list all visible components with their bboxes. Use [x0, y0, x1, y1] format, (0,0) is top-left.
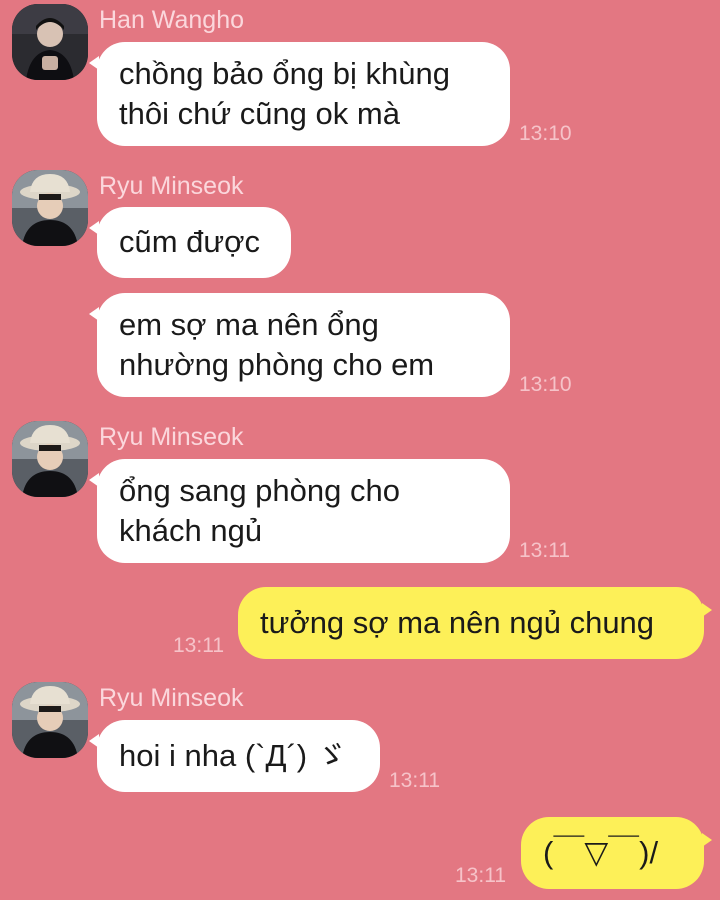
sender-name: Ryu Minseok	[99, 423, 244, 451]
message-timestamp: 13:11	[389, 769, 440, 792]
avatar-ryu-minseok[interactable]	[12, 421, 88, 497]
message-timestamp: 13:10	[519, 373, 572, 396]
message-text-line: (￣▽￣)/	[543, 835, 659, 870]
message-bubble[interactable]: em sợ ma nên ổng nhường phòng cho em	[89, 293, 510, 397]
message-text-line: em sợ ma nên ổng	[119, 307, 379, 342]
avatar-ryu-minseok[interactable]	[12, 170, 88, 246]
message-bubble[interactable]: chồng bảo ổng bị khùng thôi chứ cũng ok …	[89, 42, 510, 146]
message-bubble[interactable]: (￣▽￣)/	[521, 817, 712, 889]
message-bubble[interactable]: hoi i nha (`Д´) ゞ	[89, 720, 380, 792]
avatar-ryu-minseok[interactable]	[12, 682, 88, 758]
message-text-line: cũm được	[119, 224, 260, 259]
message-text-line: chồng bảo ổng bị khùng	[119, 56, 450, 91]
message-bubble[interactable]: tưởng sợ ma nên ngủ chung	[238, 587, 712, 659]
message-text-line: thôi chứ cũng ok mà	[119, 96, 400, 131]
message-timestamp: 13:11	[455, 864, 506, 887]
message-timestamp: 13:11	[519, 539, 570, 562]
message-text-line: nhường phòng cho em	[119, 347, 435, 382]
message-text-line: ổng sang phòng cho	[119, 473, 400, 508]
avatar-photo-icon	[12, 421, 88, 497]
sender-name: Ryu Minseok	[99, 172, 244, 200]
message-timestamp: 13:11	[173, 634, 224, 657]
avatar-han-wangho[interactable]	[12, 4, 88, 80]
avatar-photo-icon	[12, 170, 88, 246]
sender-name: Han Wangho	[99, 6, 244, 34]
message-timestamp: 13:10	[519, 122, 572, 145]
message-text-line: hoi i nha (`Д´) ゞ	[119, 738, 347, 773]
message-text-line: tưởng sợ ma nên ngủ chung	[260, 605, 655, 640]
avatar-photo-icon	[12, 4, 88, 80]
avatar-photo-icon	[12, 682, 88, 758]
sender-name: Ryu Minseok	[99, 684, 244, 712]
message-bubble[interactable]: ổng sang phòng cho khách ngủ	[89, 459, 510, 563]
message-text-line: khách ngủ	[119, 513, 263, 548]
message-bubble[interactable]: cũm được	[89, 207, 291, 278]
chat-thread: Han Wangho chồng bảo ổng bị khùng thôi c…	[0, 0, 720, 900]
